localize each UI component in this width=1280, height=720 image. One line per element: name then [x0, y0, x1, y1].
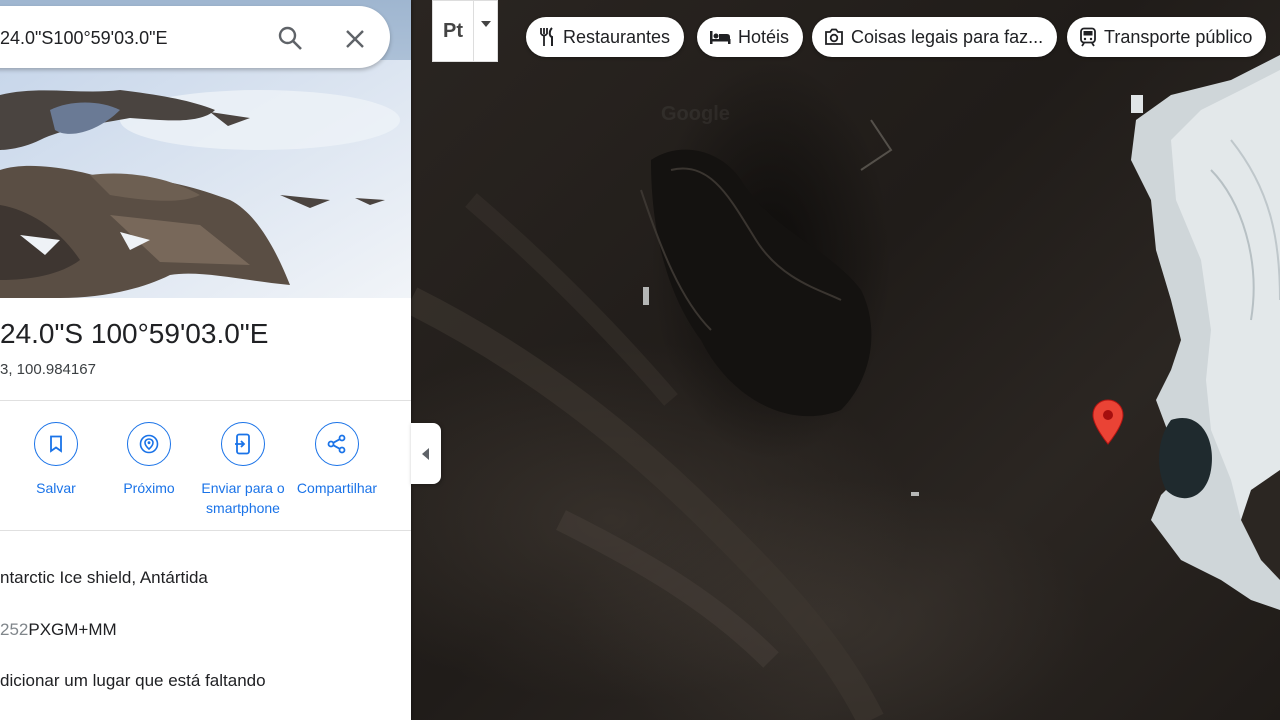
bed-icon	[710, 31, 731, 44]
nearby-label: Próximo	[123, 480, 175, 496]
satellite-terrain	[411, 55, 1280, 720]
share-icon	[327, 434, 346, 454]
fork-knife-icon	[540, 27, 553, 46]
location-text: ntarctic Ice shield, Antártida	[0, 568, 208, 587]
layer-toggle-label: Pt	[443, 19, 463, 42]
map-canvas[interactable]: Google	[411, 0, 1280, 720]
location-pin-icon[interactable]	[1091, 398, 1125, 446]
divider	[0, 400, 411, 401]
search-icon[interactable]	[277, 25, 303, 51]
layer-dropdown-button[interactable]	[474, 1, 497, 61]
pluscode-text: PXGM+MM	[28, 620, 117, 639]
send-to-phone-icon	[235, 433, 250, 455]
send-to-phone-button[interactable]: Enviar para o smartphone	[193, 422, 293, 518]
layer-toggle-main[interactable]: Pt	[433, 1, 474, 61]
chip-label: Hotéis	[738, 26, 790, 47]
search-query[interactable]: 24.0"S100°59'03.0"E	[0, 28, 168, 49]
chip-label: Transporte público	[1104, 26, 1253, 47]
bookmark-icon	[50, 435, 62, 453]
info-pluscode[interactable]: 252PXGM+MM	[0, 620, 117, 640]
chip-label: Coisas legais para faz...	[851, 26, 1044, 47]
collapse-panel-button[interactable]	[411, 423, 441, 484]
chip-things-to-do[interactable]: Coisas legais para faz...	[812, 17, 1058, 57]
save-button[interactable]: Salvar	[6, 422, 106, 498]
caret-left-icon	[422, 447, 429, 460]
info-location[interactable]: ntarctic Ice shield, Antártida	[0, 568, 208, 588]
share-button[interactable]: Compartilhar	[287, 422, 387, 498]
camera-icon	[825, 28, 843, 45]
chip-restaurants[interactable]: Restaurantes	[526, 17, 685, 57]
save-label: Salvar	[36, 480, 76, 496]
side-panel: 24.0"S100°59'03.0"E 24.0"S 100°59'03.0"E…	[0, 0, 411, 720]
pluscode-prefix: 252	[0, 620, 29, 639]
caret-down-icon	[480, 21, 491, 27]
train-icon	[1080, 27, 1096, 47]
nearby-button[interactable]: Próximo	[99, 422, 199, 498]
send-to-phone-label: Enviar para o smartphone	[201, 480, 285, 516]
chip-public-transit[interactable]: Transporte público	[1067, 17, 1267, 57]
share-label: Compartilhar	[296, 480, 378, 496]
add-missing-text: dicionar um lugar que está faltando	[0, 671, 266, 690]
place-coordinates: 3, 100.984167	[0, 361, 96, 378]
close-icon[interactable]	[344, 28, 366, 50]
add-missing-place-link[interactable]: dicionar um lugar que está faltando	[0, 671, 266, 691]
search-box[interactable]: 24.0"S100°59'03.0"E	[0, 6, 390, 68]
chip-label: Restaurantes	[563, 26, 671, 47]
chip-hotels[interactable]: Hotéis	[697, 17, 804, 57]
layer-toggle[interactable]: Pt	[432, 0, 498, 62]
divider	[0, 530, 411, 531]
map-watermark: Google	[661, 103, 730, 125]
place-title: 24.0"S 100°59'03.0"E	[0, 318, 269, 349]
nearby-icon	[139, 434, 159, 454]
